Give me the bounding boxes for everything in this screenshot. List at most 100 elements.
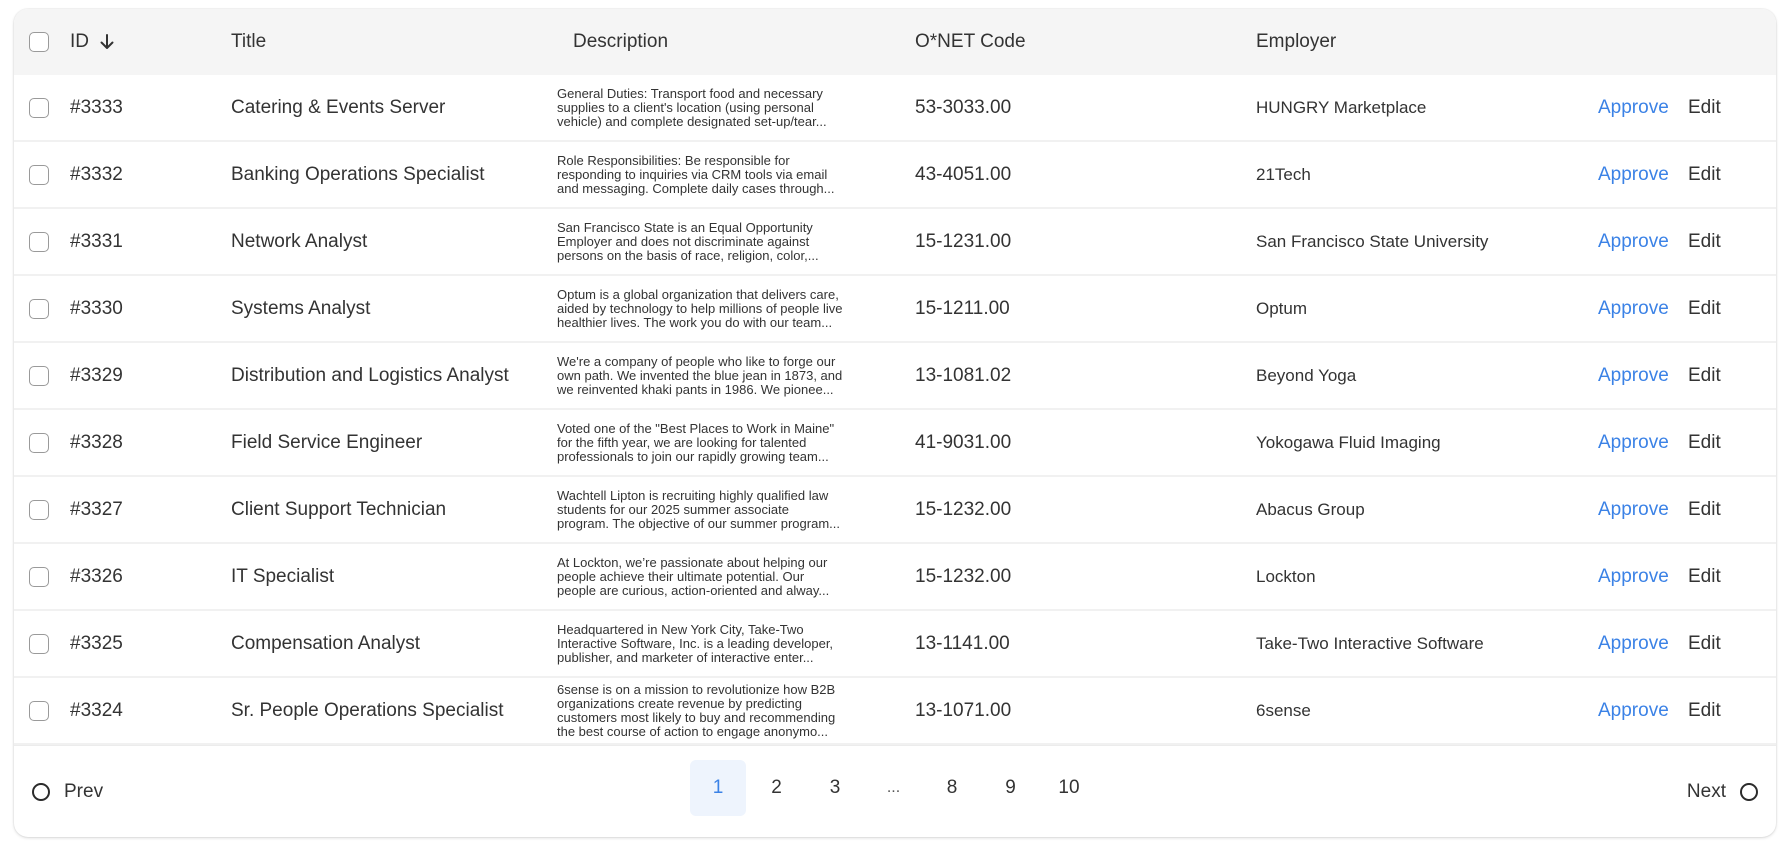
description-line: healthier lives. The work you do with ou… (557, 314, 833, 330)
table-row: #3331 Network Analyst San Francisco State … (14, 209, 1776, 276)
row-employer: Optum (1256, 298, 1308, 318)
row-employer: Abacus Group (1256, 499, 1365, 519)
approve-button[interactable]: Approve (1598, 209, 1669, 274)
row-select-cell (29, 678, 49, 743)
table-row: #3332 Banking Operations Specialist Role R… (14, 142, 1776, 209)
row-select-cell (29, 209, 49, 274)
header-title: Title (231, 31, 267, 52)
description-line: people are curious, action-oriented and … (557, 582, 830, 598)
table-row: #3326 IT Specialist At Lockton, we’re pass… (14, 544, 1776, 611)
page-button[interactable]: 9 (983, 760, 1039, 816)
edit-button[interactable]: Edit (1688, 276, 1721, 341)
row-checkbox[interactable] (29, 231, 49, 252)
edit-button[interactable]: Edit (1688, 410, 1721, 475)
approve-button[interactable]: Approve (1598, 477, 1669, 542)
description-line: Voted one of the "Best Places to Work in… (557, 420, 835, 436)
select-all-checkbox[interactable] (29, 32, 49, 52)
row-description: Headquartered in New York City, Take-Two… (557, 611, 887, 676)
table-row: #3324 Sr. People Operations Specialist 6se… (14, 678, 1776, 745)
approve-button[interactable]: Approve (1598, 142, 1669, 207)
description-line: San Francisco State is an Equal Opportun… (557, 219, 813, 235)
description-line: Employer and does not discriminate again… (557, 233, 810, 249)
row-id: #3333 (70, 96, 123, 118)
row-title: Distribution and Logistics Analyst (231, 364, 509, 386)
edit-button[interactable]: Edit (1688, 477, 1721, 542)
row-select-cell (29, 477, 49, 542)
select-all-cell (29, 9, 49, 75)
edit-button[interactable]: Edit (1688, 611, 1721, 676)
header-id[interactable]: ID (70, 9, 115, 75)
table-row: #3327 Client Support Technician Wachtell L… (14, 477, 1776, 544)
table-row: #3328 Field Service Engineer Voted one of … (14, 410, 1776, 477)
approve-button[interactable]: Approve (1598, 343, 1669, 408)
row-checkbox[interactable] (29, 298, 49, 319)
row-select-cell (29, 611, 49, 676)
row-checkbox[interactable] (29, 365, 49, 386)
description-line: Wachtell Lipton is recruiting highly qua… (557, 487, 829, 503)
row-description: At Lockton, we’re passionate about helpi… (557, 544, 887, 609)
edit-button[interactable]: Edit (1688, 343, 1721, 408)
row-checkbox[interactable] (29, 700, 49, 721)
row-checkbox[interactable] (29, 97, 49, 118)
approve-button[interactable]: Approve (1598, 75, 1669, 140)
page-numbers: 1 2 3... 8 9 10 (690, 760, 1100, 816)
description-line: the best course of action to engage anon… (557, 723, 829, 739)
approve-button[interactable]: Approve (1598, 611, 1669, 676)
row-description: Role Responsibilities: Be responsible fo… (557, 142, 887, 207)
row-checkbox[interactable] (29, 499, 49, 520)
header-description: Description (573, 31, 669, 52)
arrow-down-icon[interactable] (99, 33, 115, 51)
row-checkbox[interactable] (29, 566, 49, 587)
row-id: #3330 (70, 297, 123, 319)
page-button[interactable]: 3 (807, 760, 863, 816)
page-button[interactable]: 10 (1041, 760, 1097, 816)
row-id: #3331 (70, 230, 123, 252)
next-page-button[interactable]: Next (1687, 746, 1758, 837)
prev-page-button[interactable]: Prev (32, 746, 103, 837)
row-employer: San Francisco State University (1256, 231, 1489, 251)
row-select-cell (29, 343, 49, 408)
row-title: Network Analyst (231, 230, 368, 252)
edit-button[interactable]: Edit (1688, 75, 1721, 140)
row-checkbox[interactable] (29, 633, 49, 654)
row-select-cell (29, 142, 49, 207)
description-line: own path. We invented the blue jean in 1… (557, 367, 843, 383)
description-line: people achieve their ultimate potential.… (557, 568, 805, 584)
row-employer: Beyond Yoga (1256, 365, 1357, 385)
header-onet-code: O*NET Code (915, 31, 1026, 52)
approve-button[interactable]: Approve (1598, 276, 1669, 341)
row-title: Banking Operations Specialist (231, 163, 485, 185)
row-id: #3328 (70, 431, 123, 453)
approve-button[interactable]: Approve (1598, 410, 1669, 475)
edit-button[interactable]: Edit (1688, 678, 1721, 743)
row-employer: Lockton (1256, 566, 1316, 586)
row-employer: HUNGRY Marketplace (1256, 97, 1427, 117)
page-button[interactable]: 1 (690, 760, 746, 816)
description-line: 6sense is on a mission to revolutionize … (557, 681, 836, 697)
approve-button[interactable]: Approve (1598, 678, 1669, 743)
row-checkbox[interactable] (29, 432, 49, 453)
edit-button[interactable]: Edit (1688, 544, 1721, 609)
row-employer: 21Tech (1256, 164, 1311, 184)
row-onet-code: 13-1071.00 (915, 699, 1012, 721)
row-employer: 6sense (1256, 700, 1311, 720)
description-line: we reinvented khaki pants in 1986. We pi… (557, 381, 834, 397)
row-title: Catering & Events Server (231, 96, 446, 118)
row-checkbox[interactable] (29, 164, 49, 185)
row-onet-code: 15-1231.00 (915, 230, 1012, 252)
description-line: Headquartered in New York City, Take-Two (557, 621, 804, 637)
description-line: General Duties: Transport food and neces… (557, 85, 823, 101)
row-select-cell (29, 544, 49, 609)
edit-button[interactable]: Edit (1688, 209, 1721, 274)
approve-button[interactable]: Approve (1598, 544, 1669, 609)
row-id: #3326 (70, 565, 123, 587)
row-title: Client Support Technician (231, 498, 447, 520)
edit-button[interactable]: Edit (1688, 142, 1721, 207)
page-button[interactable]: 2 (749, 760, 805, 816)
row-title: Compensation Analyst (231, 632, 421, 654)
row-description: Optum is a global organization that deli… (557, 276, 887, 341)
page-button[interactable]: 8 (924, 760, 980, 816)
table-row: #3330 Systems Analyst Optum is a global or… (14, 276, 1776, 343)
row-employer: Take-Two Interactive Software (1256, 633, 1484, 653)
row-employer: Yokogawa Fluid Imaging (1256, 432, 1441, 452)
